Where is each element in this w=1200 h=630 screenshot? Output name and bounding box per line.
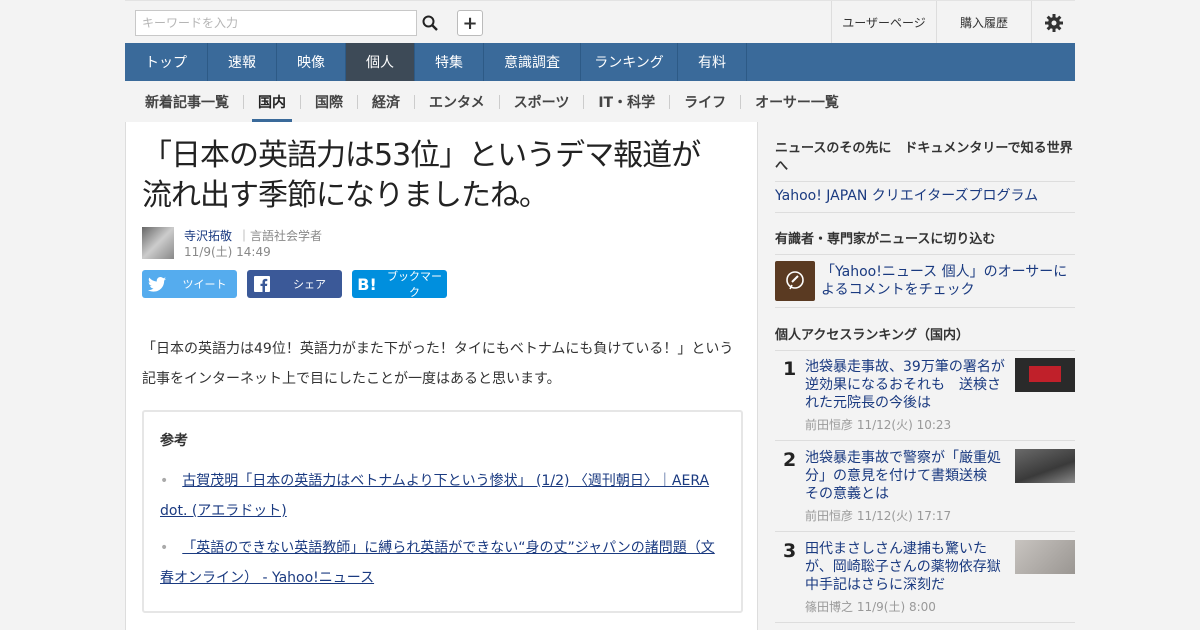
divider — [740, 94, 742, 109]
author-role: ｜言語社会学者 — [238, 229, 323, 243]
divider — [775, 350, 1075, 351]
thumbnail-sign — [1029, 366, 1061, 382]
main-nav: トップ 速報 映像 個人 特集 意識調査 ランキング 有料 — [125, 43, 1075, 81]
search-icon — [422, 15, 438, 31]
divider — [357, 94, 358, 109]
subtab-entertainment[interactable]: エンタメ — [423, 81, 491, 122]
article-title-line1: 「日本の英語力は53位」というデマ報道が — [142, 138, 701, 173]
rank-title[interactable]: 田代まさしさん逮捕も驚いたが、岡崎聡子さんの薬物依存獄中手記はさらに深刻だ — [805, 540, 1005, 594]
thumbnail[interactable] — [1015, 358, 1075, 392]
divider — [775, 254, 1075, 255]
divider — [775, 181, 1075, 182]
divider — [414, 94, 415, 109]
subtab-international[interactable]: 国際 — [309, 81, 349, 122]
divider — [775, 307, 1075, 308]
subtab-economy[interactable]: 経済 — [366, 81, 406, 122]
article-body: 「日本の英語力は49位！英語力がまた下がった！タイにもベトナムにも負けている！」… — [142, 341, 734, 387]
promo-heading: ニュースのその先に ドキュメンタリーで知る世界へ — [775, 141, 1073, 174]
divider — [583, 94, 585, 109]
expert-comment-link[interactable]: 「Yahoo!ニュース 個人」のオーサーによるコメントをチェック — [821, 263, 1071, 299]
rank-title[interactable]: 池袋暴走事故で警察が「厳重処分」の意見を付けて書類送検 その意義とは — [805, 449, 1005, 503]
tab-top[interactable]: トップ — [125, 43, 208, 81]
tweet-label: ツイート — [182, 278, 227, 291]
reference-item: • 古賀茂明「日本の英語力はベトナムより下という惨状」 (1/2) 〈週刊朝日〉｜… — [160, 466, 725, 526]
reference-link-2[interactable]: 「英語のできない英語教師」に縛られ英語ができない“身の丈”ジャパンの諸問題（文春… — [160, 540, 715, 586]
subtab-it-science[interactable]: IT・科学 — [592, 81, 661, 122]
rank-number: 2 — [783, 449, 797, 471]
reference-title: 参考 — [160, 433, 188, 449]
bullet: • — [160, 540, 169, 556]
rank-number: 3 — [783, 540, 797, 562]
divider — [300, 94, 301, 109]
twitter-icon — [142, 276, 172, 292]
search-input[interactable] — [136, 11, 418, 35]
facebook-share-button[interactable]: シェア — [247, 270, 342, 298]
subtab-life[interactable]: ライフ — [678, 81, 732, 122]
thumbnail[interactable] — [1015, 540, 1075, 574]
tab-survey[interactable]: 意識調査 — [484, 43, 581, 81]
tab-paid[interactable]: 有料 — [678, 43, 747, 81]
hatena-bookmark-label: ブックマーク — [387, 270, 442, 299]
tab-personal[interactable]: 個人 — [346, 43, 415, 81]
plus-icon: + — [462, 12, 478, 34]
user-page-link[interactable]: ユーザーページ — [831, 1, 936, 44]
facebook-share-label: シェア — [293, 278, 326, 291]
search-box — [135, 10, 418, 36]
divider — [775, 622, 1075, 623]
subtab-domestic[interactable]: 国内 — [252, 81, 292, 122]
expert-heading: 有識者・専門家がニュースに切り込む — [775, 232, 996, 247]
sidebar: ニュースのその先に ドキュメンタリーで知る世界へ Yahoo! JAPAN クリ… — [775, 122, 1075, 630]
settings-button[interactable] — [1031, 1, 1075, 44]
tab-ranking[interactable]: ランキング — [581, 43, 678, 81]
thumbnail[interactable] — [1015, 449, 1075, 483]
divider — [775, 440, 1075, 441]
gear-icon — [1044, 13, 1063, 32]
rank-meta: 前田恒彦 11/12(火) 10:23 — [805, 418, 952, 432]
facebook-icon — [247, 276, 277, 292]
ranking-heading: 個人アクセスランキング（国内） — [775, 328, 969, 343]
tab-breaking[interactable]: 速報 — [208, 43, 277, 81]
search-button[interactable] — [417, 10, 443, 36]
subtab-authors[interactable]: オーサー一覧 — [749, 81, 845, 122]
article-title-line2: 流れ出す季節になりましたね。 — [142, 178, 549, 213]
rank-number: 1 — [783, 358, 797, 380]
post-date: 11/9(土) 14:49 — [184, 245, 271, 259]
tab-video[interactable]: 映像 — [277, 43, 346, 81]
top-nav: ユーザーページ 購入履歴 — [831, 1, 1075, 44]
author-name[interactable]: 寺沢拓敬 — [184, 227, 232, 244]
add-button[interactable]: + — [457, 10, 483, 36]
divider — [775, 531, 1075, 532]
purchase-history-link[interactable]: 購入履歴 — [936, 1, 1031, 44]
comment-icon[interactable] — [775, 261, 815, 301]
top-bar: + ユーザーページ 購入履歴 — [125, 0, 1075, 44]
rank-title[interactable]: 池袋暴走事故、39万筆の署名が逆効果になるおそれも 送検された元院長の今後は — [805, 358, 1005, 412]
bullet: • — [160, 473, 169, 489]
divider — [669, 94, 671, 109]
subtab-sports[interactable]: スポーツ — [508, 81, 576, 122]
article-title: 「日本の英語力は53位」というデマ報道が 流れ出す季節になりましたね。 — [142, 136, 742, 216]
reference-item: • 「英語のできない英語教師」に縛られ英語ができない“身の丈”ジャパンの諸問題（文… — [160, 533, 725, 593]
divider — [243, 94, 244, 109]
reference-link-1[interactable]: 古賀茂明「日本の英語力はベトナムより下という惨状」 (1/2) 〈週刊朝日〉｜A… — [160, 473, 709, 519]
rank-meta: 篠田博之 11/9(土) 8:00 — [805, 600, 936, 614]
author-avatar[interactable] — [142, 227, 174, 259]
tweet-button[interactable]: ツイート — [142, 270, 237, 298]
divider — [775, 212, 1075, 213]
tab-feature[interactable]: 特集 — [415, 43, 484, 81]
creators-program-link[interactable]: Yahoo! JAPAN クリエイターズプログラム — [775, 187, 1038, 205]
category-nav: 新着記事一覧 国内 国際 経済 エンタメ スポーツ IT・科学 ライフ オーサー… — [125, 81, 1075, 122]
reference-box: 参考 • 古賀茂明「日本の英語力はベトナムより下という惨状」 (1/2) 〈週刊朝… — [142, 410, 743, 613]
rank-meta: 前田恒彦 11/12(火) 17:17 — [805, 509, 952, 523]
article: 「日本の英語力は53位」というデマ報道が 流れ出す季節になりましたね。 寺沢拓敬… — [125, 122, 758, 630]
divider — [498, 94, 500, 109]
author-role-text: 言語社会学者 — [250, 229, 323, 243]
hatena-bookmark-button[interactable]: B! ブックマーク — [352, 270, 447, 299]
subtab-latest[interactable]: 新着記事一覧 — [139, 81, 235, 122]
hatena-icon: B! — [357, 274, 377, 294]
